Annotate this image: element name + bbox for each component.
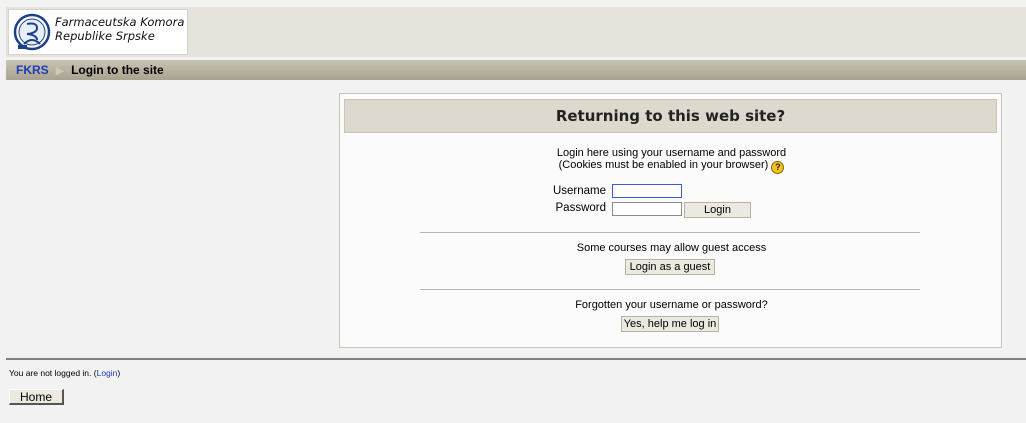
login-form: Username Password Login xyxy=(540,184,840,220)
footer-login-link[interactable]: Login xyxy=(97,368,118,378)
login-status-prefix: You are not logged in. ( xyxy=(9,368,97,378)
password-input[interactable] xyxy=(612,202,682,216)
login-button[interactable]: Login xyxy=(684,202,751,218)
login-status-suffix: ) xyxy=(117,368,121,378)
login-instructions-line2: (Cookies must be enabled in your browser… xyxy=(340,159,1003,174)
login-status: You are not logged in. (Login) xyxy=(9,368,120,378)
forgot-password-text: Forgotten your username or password? xyxy=(575,299,768,311)
site-header: Farmaceutska Komora Republike Srpske xyxy=(6,7,1026,57)
logo-line2: Republike Srpske xyxy=(55,29,155,43)
help-icon[interactable]: ? xyxy=(771,161,785,174)
login-box: Returning to this web site? Login here u… xyxy=(339,93,1002,348)
site-logo[interactable]: Farmaceutska Komora Republike Srpske xyxy=(8,9,188,55)
breadcrumb-home-link[interactable]: FKRS xyxy=(16,63,49,77)
breadcrumb-separator-icon: ▶ xyxy=(56,66,64,77)
divider xyxy=(420,289,920,290)
username-label: Username xyxy=(552,185,606,197)
login-box-heading: Returning to this web site? xyxy=(344,99,997,133)
password-label: Password xyxy=(555,202,607,214)
cookies-note: (Cookies must be enabled in your browser… xyxy=(558,159,769,171)
logo-emblem-icon xyxy=(13,13,51,51)
guest-access-text: Some courses may allow guest access xyxy=(576,242,767,254)
home-button[interactable]: Home xyxy=(9,389,64,405)
username-input[interactable] xyxy=(612,184,682,198)
breadcrumb-current: Login to the site xyxy=(71,63,164,77)
login-instructions: Login here using your username and passw… xyxy=(340,147,1003,174)
login-as-guest-button[interactable]: Login as a guest xyxy=(625,259,715,275)
breadcrumb: FKRS ▶ Login to the site xyxy=(16,63,164,77)
footer-divider xyxy=(6,358,1026,360)
help-me-log-in-button[interactable]: Yes, help me log in xyxy=(621,316,719,332)
navbar: FKRS ▶ Login to the site xyxy=(6,60,1026,80)
divider xyxy=(420,232,920,233)
logo-line1: Farmaceutska Komora xyxy=(55,15,185,29)
login-instructions-line1: Login here using your username and passw… xyxy=(556,147,787,159)
logo-text: Farmaceutska Komora Republike Srpske xyxy=(55,15,184,43)
